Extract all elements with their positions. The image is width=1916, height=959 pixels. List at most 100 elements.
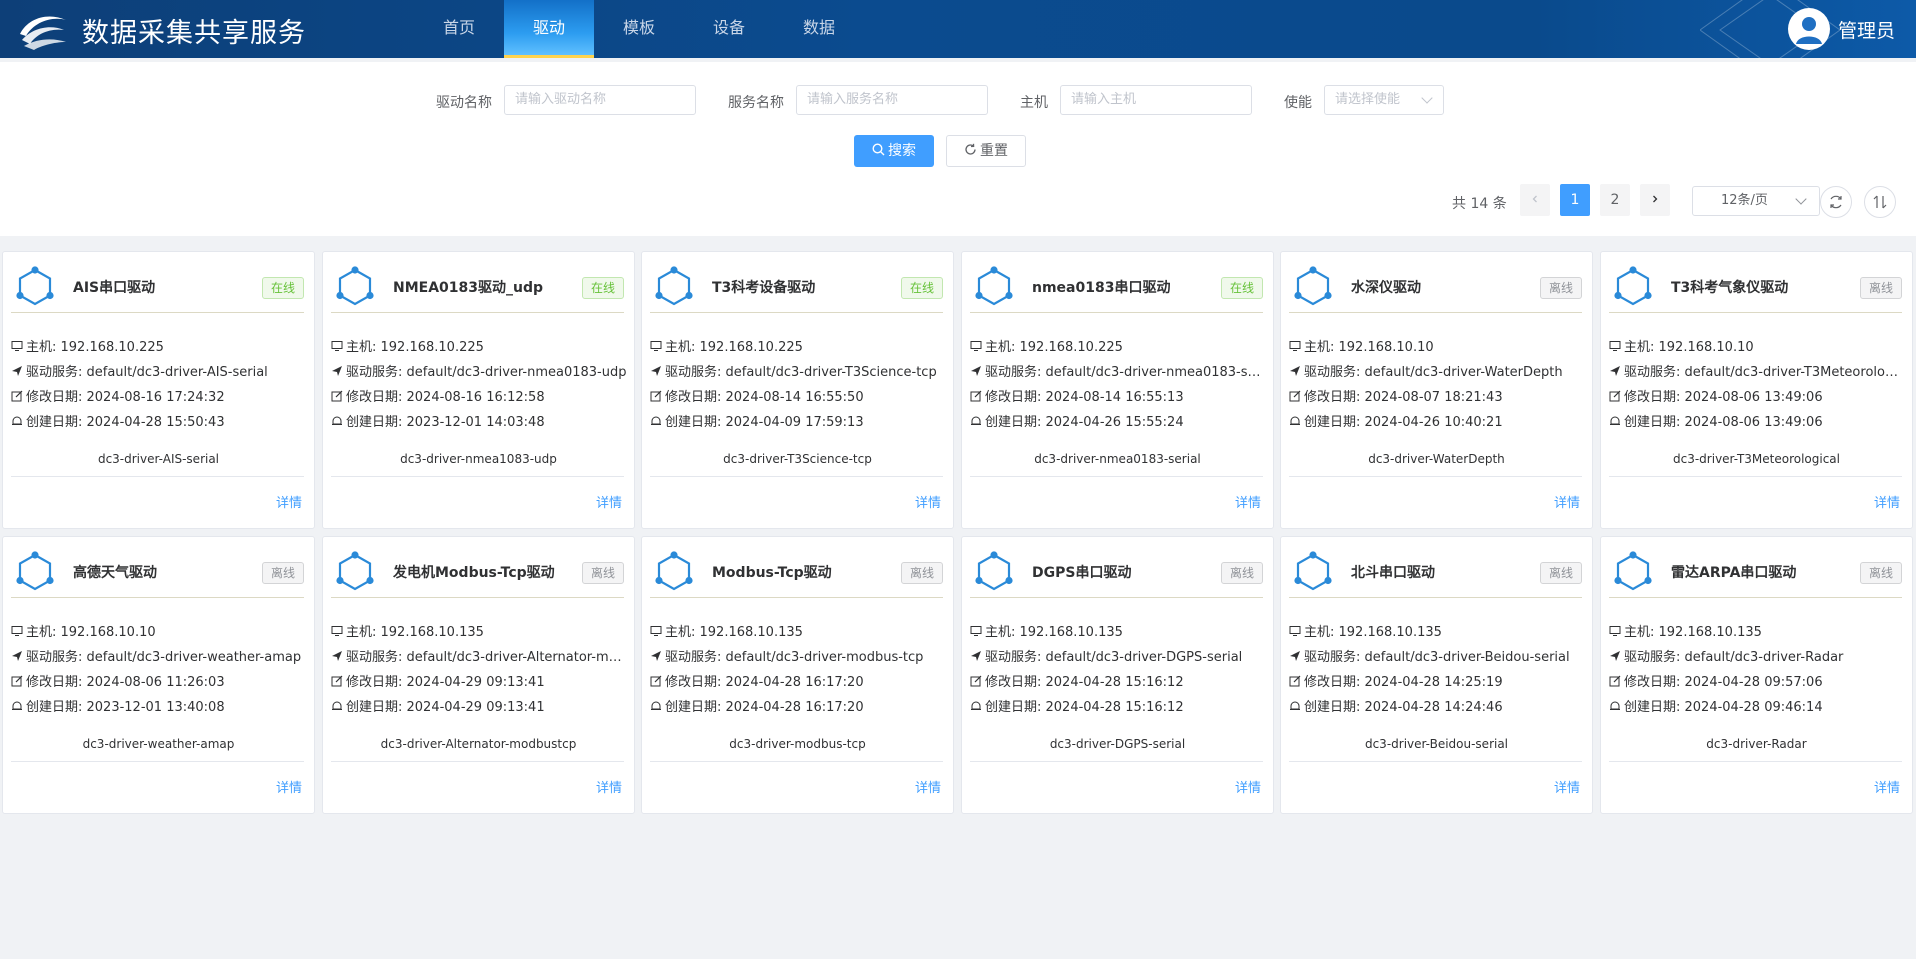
detail-link[interactable]: 详情 xyxy=(596,492,622,511)
enable-select[interactable]: 请选择使能 xyxy=(1324,85,1444,115)
prev-page-button[interactable] xyxy=(1520,184,1550,216)
host-label: 主机: xyxy=(26,340,61,355)
search-button[interactable]: 搜索 xyxy=(854,135,934,167)
modified-label: 修改日期: xyxy=(665,675,726,690)
monitor-icon xyxy=(970,341,982,351)
send-icon xyxy=(651,366,661,376)
wave-logo-icon xyxy=(20,16,66,50)
monitor-icon xyxy=(331,341,343,351)
host-label: 主机: xyxy=(985,340,1020,355)
driver-id: dc3-driver-nmea0183-serial xyxy=(1034,452,1201,466)
driver-name-input[interactable]: 请输入驱动名称 xyxy=(504,85,696,115)
monitor-icon xyxy=(1609,341,1621,351)
detail-link[interactable]: 详情 xyxy=(915,777,941,796)
modified-label: 修改日期: xyxy=(985,675,1046,690)
card-divider xyxy=(1609,476,1902,477)
page-1-button[interactable]: 1 xyxy=(1560,184,1590,216)
service-label: 驱动服务: xyxy=(985,365,1046,380)
bell-icon xyxy=(12,416,22,425)
monitor-icon xyxy=(11,341,23,351)
send-icon xyxy=(1610,651,1620,661)
driver-id: dc3-driver-weather-amap xyxy=(82,737,235,751)
host-value: 192.168.10.135 xyxy=(1019,625,1123,640)
modified-label: 修改日期: xyxy=(346,390,407,405)
host-line: 主机: 192.168.10.135 xyxy=(650,621,946,640)
detail-link[interactable]: 详情 xyxy=(1874,492,1900,511)
driver-card: 雷达ARPA串口驱动 离线 主机: 192.168.10.135 驱动服务: d… xyxy=(1600,536,1913,814)
created-label: 创建日期: xyxy=(665,700,726,715)
refresh-button[interactable] xyxy=(1820,186,1852,218)
nav-template[interactable]: 模板 xyxy=(594,0,684,58)
created-line: 创建日期: 2024-04-29 09:13:41 xyxy=(331,696,627,715)
service-value: default/dc3-driver-Radar xyxy=(1684,650,1844,665)
nav-device[interactable]: 设备 xyxy=(684,0,774,58)
edit-icon xyxy=(970,390,982,402)
edit-icon xyxy=(650,390,662,402)
modified-line: 修改日期: 2024-08-16 16:12:58 xyxy=(331,386,627,405)
driver-card: nmea0183串口驱动 在线 主机: 192.168.10.225 驱动服务:… xyxy=(961,251,1274,529)
host-value: 192.168.10.10 xyxy=(60,625,156,640)
service-name-label: 服务名称 xyxy=(728,95,784,111)
user-avatar[interactable] xyxy=(1788,8,1830,50)
reset-button[interactable]: 重置 xyxy=(946,135,1026,167)
modified-value: 2024-08-14 16:55:13 xyxy=(1045,390,1184,405)
detail-link[interactable]: 详情 xyxy=(1235,492,1261,511)
nav-home[interactable]: 首页 xyxy=(414,0,504,58)
host-line: 主机: 192.168.10.10 xyxy=(1609,336,1905,355)
next-page-button[interactable] xyxy=(1640,184,1670,216)
driver-name: AIS串口驱动 xyxy=(73,280,156,296)
created-label: 创建日期: xyxy=(346,415,407,430)
service-label: 驱动服务: xyxy=(1624,365,1685,380)
host-value: 192.168.10.225 xyxy=(1019,340,1123,355)
driver-card: AIS串口驱动 在线 主机: 192.168.10.225 驱动服务: defa… xyxy=(2,251,315,529)
page-size-select[interactable]: 12条/页 xyxy=(1692,186,1820,216)
modified-line: 修改日期: 2024-04-28 15:16:12 xyxy=(970,671,1266,690)
service-line: 驱动服务: default/dc3-driver-Beidou-serial xyxy=(1289,646,1585,665)
driver-id: dc3-driver-modbus-tcp xyxy=(729,737,866,751)
host-value: 192.168.10.135 xyxy=(1338,625,1442,640)
user-name[interactable]: 管理员 xyxy=(1838,16,1895,43)
detail-link[interactable]: 详情 xyxy=(1235,777,1261,796)
service-label: 驱动服务: xyxy=(665,365,726,380)
send-icon xyxy=(1290,651,1300,661)
bell-icon xyxy=(651,701,661,710)
detail-link[interactable]: 详情 xyxy=(1874,777,1900,796)
driver-hexagon-icon xyxy=(16,551,54,591)
detail-link[interactable]: 详情 xyxy=(1554,492,1580,511)
service-name-input[interactable]: 请输入服务名称 xyxy=(796,85,988,115)
detail-link[interactable]: 详情 xyxy=(1554,777,1580,796)
bell-icon xyxy=(971,416,981,425)
detail-link[interactable]: 详情 xyxy=(276,777,302,796)
page-2-button[interactable]: 2 xyxy=(1600,184,1630,216)
monitor-icon xyxy=(11,626,23,636)
monitor-icon xyxy=(331,626,343,636)
service-label: 驱动服务: xyxy=(665,650,726,665)
bell-icon xyxy=(1290,416,1300,425)
nav-driver[interactable]: 驱动 xyxy=(504,0,594,58)
modified-label: 修改日期: xyxy=(1304,390,1365,405)
service-line: 驱动服务: default/dc3-driver-T3Science-tcp xyxy=(650,361,946,380)
service-line: 驱动服务: default/dc3-driver-DGPS-serial xyxy=(970,646,1266,665)
edit-icon xyxy=(650,675,662,687)
status-badge: 离线 xyxy=(261,562,304,584)
modified-line: 修改日期: 2024-08-16 17:24:32 xyxy=(11,386,307,405)
driver-hexagon-icon xyxy=(1294,266,1332,306)
modified-label: 修改日期: xyxy=(985,390,1046,405)
host-label: 主机: xyxy=(346,625,381,640)
detail-link[interactable]: 详情 xyxy=(915,492,941,511)
service-value: default/dc3-driver-weather-amap xyxy=(86,650,302,665)
host-input[interactable]: 请输入主机 xyxy=(1060,85,1252,115)
status-badge: 离线 xyxy=(1539,277,1582,299)
detail-link[interactable]: 详情 xyxy=(596,777,622,796)
created-line: 创建日期: 2024-04-26 15:55:24 xyxy=(970,411,1266,430)
nav-data[interactable]: 数据 xyxy=(774,0,864,58)
service-value: default/dc3-driver-Alternator-modbu... xyxy=(406,650,627,665)
modified-value: 2024-04-29 09:13:41 xyxy=(406,675,545,690)
driver-name: T3科考设备驱动 xyxy=(712,280,816,296)
created-label: 创建日期: xyxy=(1304,415,1365,430)
status-badge: 离线 xyxy=(1859,562,1902,584)
card-divider xyxy=(1609,761,1902,762)
sort-button[interactable] xyxy=(1864,186,1896,218)
detail-link[interactable]: 详情 xyxy=(276,492,302,511)
created-line: 创建日期: 2024-04-28 09:46:14 xyxy=(1609,696,1905,715)
